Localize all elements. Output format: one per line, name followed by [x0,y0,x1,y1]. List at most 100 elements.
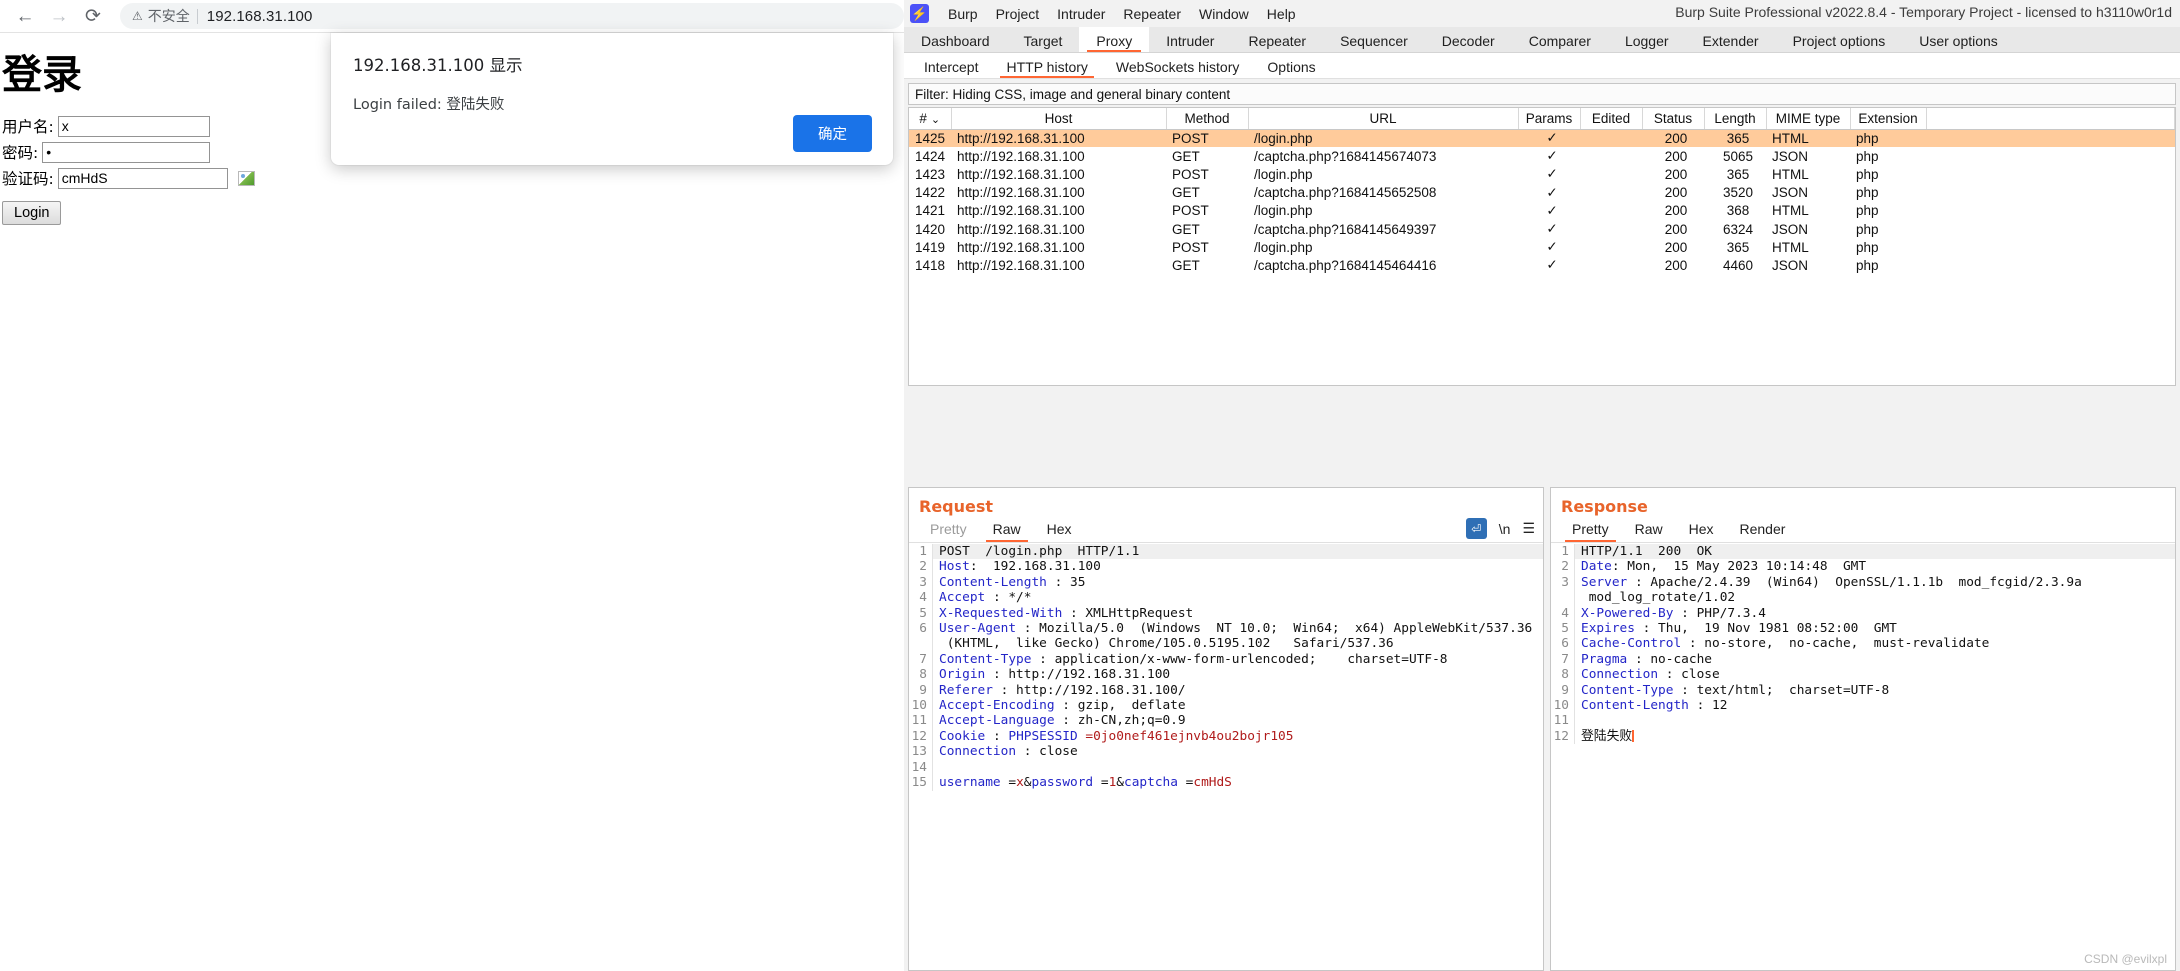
response-tab-render[interactable]: Render [1727,516,1799,542]
menu-project[interactable]: Project [987,4,1049,24]
table-row[interactable]: 1419 http://192.168.31.100 POST/login.php ✓… [909,238,2175,256]
table-row[interactable]: 1420 http://192.168.31.100 GET/captcha.php… [909,220,2175,238]
word-wrap-icon[interactable]: ⏎ [1465,518,1487,539]
request-tab-raw[interactable]: Raw [980,516,1034,542]
col-header-length[interactable]: Length [1704,108,1767,130]
col-header-url[interactable]: URL [1248,108,1519,130]
captcha-input[interactable] [57,167,228,189]
history-cell-host: http://192.168.31.100 [957,257,1085,273]
javascript-alert-dialog: 192.168.31.100 显示 Login failed: 登陆失败 确定 [331,33,893,165]
editor-menu-icon[interactable]: ☰ [1522,520,1535,537]
back-icon[interactable]: ← [8,2,42,30]
login-button[interactable]: Login [2,201,62,225]
line-number: 2 [909,559,933,575]
history-cell-mime: JSON [1772,148,1809,164]
response-tab-hex[interactable]: Hex [1676,516,1727,542]
subtab-options[interactable]: Options [1253,53,1329,78]
table-row[interactable]: 1418 http://192.168.31.100 GET/captcha.php… [909,256,2175,274]
col-header-host[interactable]: Host [951,108,1167,130]
password-label: 密码: [2,144,39,162]
table-row[interactable]: 1425 http://192.168.31.100 POST/login.php ✓… [909,129,2175,148]
tab-extender[interactable]: Extender [1686,27,1776,52]
history-cell-edited [1580,256,1642,274]
request-line: 9 Referer : http://192.168.31.100/ [909,682,1543,699]
col-header-params[interactable]: Params [1518,108,1581,130]
response-tab-raw[interactable]: Raw [1622,516,1676,542]
response-tab-pretty[interactable]: Pretty [1559,516,1622,542]
burp-logo-icon: ⚡ [910,4,929,23]
tab-sequencer[interactable]: Sequencer [1323,27,1425,52]
code-token: Host [939,559,970,575]
table-row[interactable]: 1421 http://192.168.31.100 POST/login.php ✓… [909,202,2175,220]
table-row[interactable]: 1422 http://192.168.31.100 GET/captcha.php… [909,184,2175,202]
subtab-intercept[interactable]: Intercept [910,53,992,78]
col-header-extension[interactable]: Extension [1850,108,1927,130]
menu-help[interactable]: Help [1258,4,1305,24]
history-cell-edited [1580,202,1642,220]
response-body[interactable]: 1 HTTP/1.1 200 OK 2 Date: Mon, 15 May 2023 … [1551,544,2175,970]
col-header-num[interactable]: # ⌄ [909,108,952,130]
line-number: 4 [1551,605,1575,622]
request-body[interactable]: 1 POST /login.php HTTP/1.1 2 Host: 192.168.… [909,544,1543,970]
username-input[interactable] [57,115,210,137]
code-token: : XMLHttpRequest [1062,605,1194,621]
newline-icon[interactable]: \n [1499,521,1511,537]
tab-project-options[interactable]: Project options [1776,27,1903,52]
code-token: : close [1016,744,1078,760]
table-row[interactable]: 1423 http://192.168.31.100 POST/login.php ✓… [909,165,2175,183]
subtab-http-history[interactable]: HTTP history [992,53,1101,78]
tab-logger[interactable]: Logger [1608,27,1686,52]
tab-dashboard[interactable]: Dashboard [904,27,1007,52]
col-header-status[interactable]: Status [1642,108,1705,130]
line-number: 1 [909,544,933,560]
dialog-ok-button[interactable]: 确定 [793,115,872,152]
request-tab-pretty[interactable]: Pretty [917,516,980,542]
filter-bar[interactable]: Filter: Hiding CSS, image and general bi… [908,83,2176,105]
subtab-websockets-history[interactable]: WebSockets history [1102,53,1253,78]
history-cell-edited [1580,184,1642,202]
history-cell-status: 200 [1664,148,1688,164]
menu-repeater[interactable]: Repeater [1114,4,1190,24]
request-line: 14 [909,759,1543,776]
line-text: username =x&password =1&captcha =cmHdS [933,775,1543,790]
forward-icon[interactable]: → [42,2,76,30]
menu-burp[interactable]: Burp [939,4,987,24]
burp-suite-window: ⚡ Burp Project Intruder Repeater Window … [904,0,2180,971]
tab-target[interactable]: Target [1007,27,1080,52]
history-cell-edited [1580,165,1642,183]
col-header-method[interactable]: Method [1166,108,1249,130]
line-number: 8 [909,667,933,683]
line-text: Cache-Control : no-store, no-cache, must… [1575,636,2175,651]
tab-intruder[interactable]: Intruder [1149,27,1231,52]
code-token: Date [1581,559,1612,575]
line-number: 7 [909,651,933,668]
response-line: 5 Expires : Thu, 19 Nov 1981 08:52:00 GMT [1551,621,2175,637]
line-text: Accept-Language : zh-CN,zh;q=0.9 [933,713,1543,728]
menu-intruder[interactable]: Intruder [1048,4,1114,24]
history-cell-params: ✓ [1546,202,1558,218]
table-row[interactable]: 1424 http://192.168.31.100 GET/captcha.php… [909,147,2175,165]
tab-proxy[interactable]: Proxy [1079,27,1150,52]
request-tabs: Pretty Raw Hex ⏎ \n ☰ [909,516,1543,543]
line-text: Connection : close [933,744,1543,759]
reload-icon[interactable]: ⟳ [76,2,110,30]
address-bar[interactable]: ⚠ 不安全 192.168.31.100 [120,3,904,29]
history-cell-url: /captcha.php?1684145652508 [1254,185,1437,201]
captcha-image-icon[interactable] [237,170,255,186]
col-header-mime[interactable]: MIME type [1766,108,1851,130]
line-number: 9 [909,682,933,699]
tab-comparer[interactable]: Comparer [1512,27,1608,52]
line-text: Pragma : no-cache [1575,652,2175,667]
menu-window[interactable]: Window [1190,4,1258,24]
line-text: POST /login.php HTTP/1.1 [933,544,1543,560]
tab-decoder[interactable]: Decoder [1425,27,1512,52]
tab-repeater[interactable]: Repeater [1231,27,1323,52]
request-line: 7 Content-Type : application/x-www-form-u… [909,651,1543,668]
password-input[interactable] [42,141,211,163]
tab-user-options[interactable]: User options [1902,27,2015,52]
request-line: 3 Content-Length : 35 [909,574,1543,591]
col-header-edited[interactable]: Edited [1580,108,1643,130]
request-tab-hex[interactable]: Hex [1034,516,1085,542]
history-cell-num: 1423 [915,166,946,182]
line-number: 6 [909,621,933,652]
